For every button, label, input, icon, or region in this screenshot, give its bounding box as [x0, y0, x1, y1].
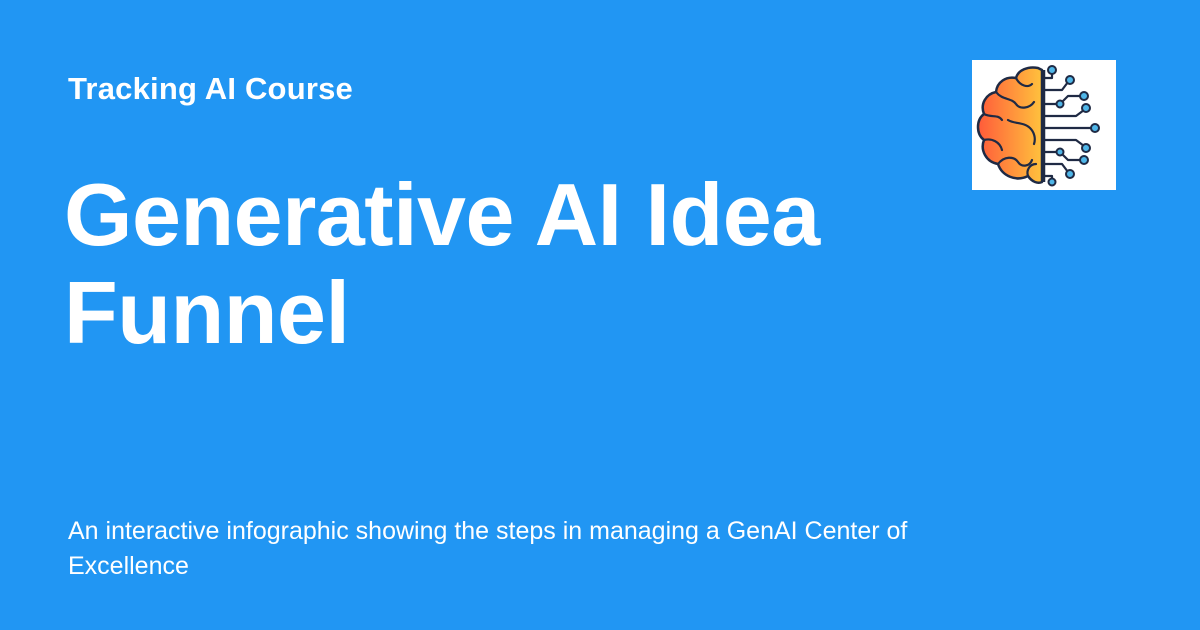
page-title: Generative AI Idea Funnel	[64, 165, 820, 362]
brain-circuit-icon	[976, 65, 1100, 187]
logo	[972, 60, 1116, 190]
social-card: Tracking AI Course Generative AI Idea Fu…	[0, 0, 1200, 630]
page-description: An interactive infographic showing the s…	[68, 517, 908, 580]
site-name: Tracking AI Course	[68, 71, 353, 106]
